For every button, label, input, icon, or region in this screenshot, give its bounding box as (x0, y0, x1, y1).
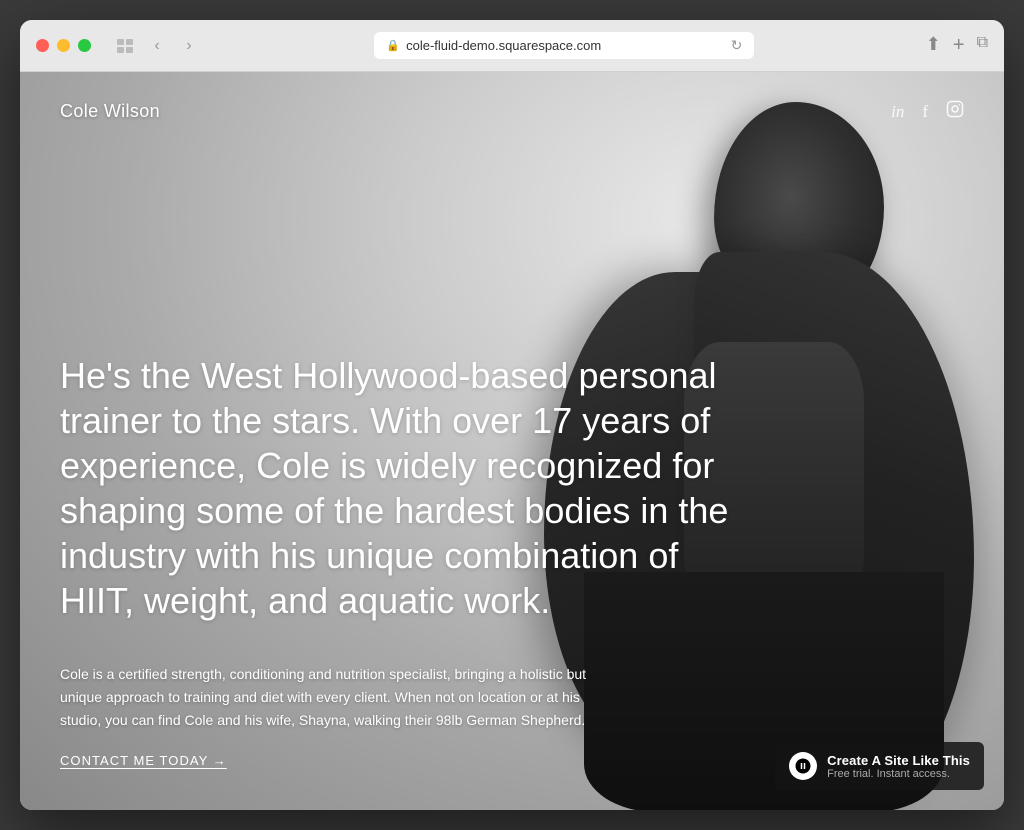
instagram-icon (946, 100, 964, 118)
browser-chrome: ‹ › 🔒 cole-fluid-demo.squarespace.com ↻ … (20, 20, 1004, 72)
cta-link[interactable]: CONTACT ME TODAY → (60, 753, 227, 768)
address-bar: 🔒 cole-fluid-demo.squarespace.com ↻ (215, 32, 914, 59)
back-icon: ‹ (154, 37, 159, 55)
browser-actions: ⬆ + ⧉ (926, 34, 988, 57)
forward-icon: › (186, 37, 191, 55)
badge-main-text: Create A Site Like This (827, 753, 970, 768)
lock-icon: 🔒 (386, 39, 400, 52)
back-button[interactable]: ‹ (143, 32, 171, 60)
refresh-button[interactable]: ↻ (731, 37, 743, 54)
social-links: in f (891, 100, 964, 123)
share-button[interactable]: ⬆ (926, 34, 941, 57)
website-content: Cole Wilson in f (20, 72, 1004, 810)
linkedin-link[interactable]: in (891, 102, 904, 122)
hero-body-text: Cole is a certified strength, conditioni… (60, 663, 600, 732)
hero-headline: He's the West Hollywood-based personal t… (60, 353, 740, 623)
minimize-button[interactable] (57, 39, 70, 52)
browser-navigation: ‹ › (111, 32, 203, 60)
squarespace-logo (789, 752, 817, 780)
url-field[interactable]: 🔒 cole-fluid-demo.squarespace.com ↻ (374, 32, 754, 59)
badge-sub-text: Free trial. Instant access. (827, 768, 970, 780)
forward-button[interactable]: › (175, 32, 203, 60)
linkedin-icon: in (891, 102, 904, 121)
traffic-lights (36, 39, 91, 52)
maximize-button[interactable] (78, 39, 91, 52)
url-text: cole-fluid-demo.squarespace.com (406, 38, 601, 53)
facebook-link[interactable]: f (922, 102, 928, 122)
hero-content: He's the West Hollywood-based personal t… (20, 313, 1004, 810)
squarespace-badge[interactable]: Create A Site Like This Free trial. Inst… (775, 742, 984, 790)
add-tab-button[interactable]: + (953, 34, 965, 57)
site-logo: Cole Wilson (60, 101, 160, 122)
close-button[interactable] (36, 39, 49, 52)
instagram-link[interactable] (946, 100, 964, 123)
facebook-icon: f (922, 102, 928, 121)
browser-window: ‹ › 🔒 cole-fluid-demo.squarespace.com ↻ … (20, 20, 1004, 810)
windows-button[interactable]: ⧉ (977, 34, 988, 57)
tab-grid-icon[interactable] (111, 32, 139, 60)
badge-text-group: Create A Site Like This Free trial. Inst… (827, 753, 970, 780)
site-header: Cole Wilson in f (20, 72, 1004, 151)
